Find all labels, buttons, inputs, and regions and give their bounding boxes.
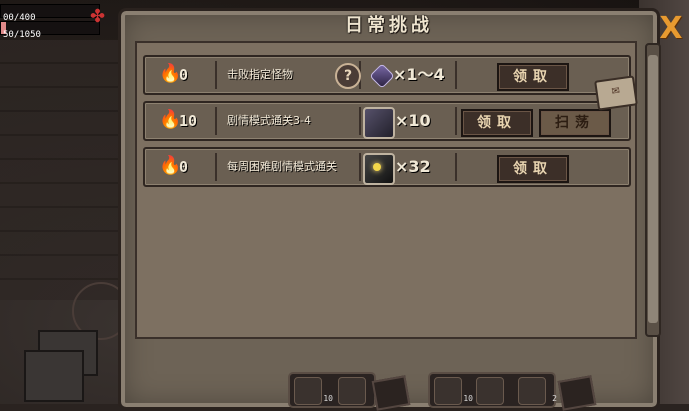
close-button[interactable]: X (655, 13, 687, 45)
panel-title: 日常挑战 (345, 15, 433, 36)
box-icon[interactable] (363, 153, 395, 185)
slot-count: 10 (463, 394, 473, 403)
quick-bar-right: 10 2 (428, 372, 557, 408)
divider (215, 107, 217, 135)
scrollbar[interactable] (645, 43, 661, 337)
slot-count: 2 (552, 394, 557, 403)
task-list: 🔥 0 击败指定怪物 ? ×1～4 领取 🔥 10 剧情模式通关3-4 ×10 … (135, 41, 637, 339)
hp-bar: 00/400 (0, 4, 100, 23)
scrollbar-thumb[interactable] (648, 55, 658, 323)
divider (215, 153, 217, 181)
quick-bar-left: 10 (288, 372, 376, 408)
task-count: 0 (179, 158, 189, 176)
panel-header: 日常挑战 (121, 11, 657, 41)
book-icon[interactable] (363, 107, 395, 139)
stone-wall (0, 40, 120, 300)
daily-challenge-panel: 日常挑战 X 🔥 0 击败指定怪物 ? ×1～4 领取 🔥 10 剧情模式通关3… (118, 8, 683, 410)
divider (455, 61, 457, 89)
weapon-slot[interactable]: 2 (518, 377, 557, 405)
divider (455, 153, 457, 181)
task-description: 击败指定怪物 (227, 68, 293, 81)
crate (24, 350, 84, 402)
task-row: 🔥 0 每周困难剧情模式通关 ×32 领取 (143, 147, 631, 187)
claim-button[interactable]: 领取 (497, 155, 569, 183)
weapon-slot[interactable] (338, 377, 366, 405)
task-row: 🔥 10 剧情模式通关3-4 ×10 领取 扫荡 (143, 101, 631, 141)
mp-text: 50/1050 (3, 30, 41, 40)
slot-count: 10 (323, 394, 333, 403)
reward-quantity: ×10 (395, 111, 431, 130)
divider (455, 107, 457, 135)
claim-button[interactable]: 领取 (461, 109, 533, 137)
question-icon[interactable]: ? (335, 63, 361, 89)
gem-slot[interactable] (476, 377, 504, 405)
flame-icon: 🔥 (159, 155, 182, 176)
scroll-flag-icon[interactable]: ✉ (594, 75, 638, 111)
task-description: 每周困难剧情模式通关 (227, 160, 337, 173)
reward-quantity: ×1～4 (393, 65, 445, 84)
divider (359, 153, 361, 181)
book-slot-icon[interactable] (371, 375, 411, 411)
demon-emblem-icon: ✤ (90, 6, 106, 27)
close-icon: X (659, 11, 683, 46)
divider (359, 107, 361, 135)
sweep-button[interactable]: 扫荡 (539, 109, 611, 137)
potion-slot[interactable]: 10 (294, 377, 333, 405)
book-slot-icon[interactable] (557, 375, 597, 411)
task-count: 0 (179, 66, 189, 84)
player-hud: 00/400 50/1050 ✤ (0, 4, 105, 40)
flame-icon: 🔥 (159, 109, 182, 130)
potion-slot[interactable]: 10 (434, 377, 473, 405)
divider (215, 61, 217, 89)
claim-button[interactable]: 领取 (497, 63, 569, 91)
crystal-icon[interactable] (369, 63, 395, 89)
task-description: 剧情模式通关3-4 (227, 114, 311, 127)
mp-bar: 50/1050 (0, 21, 100, 40)
reward-quantity: ×32 (395, 157, 431, 176)
task-row: 🔥 0 击败指定怪物 ? ×1～4 领取 (143, 55, 631, 95)
task-count: 10 (179, 112, 198, 130)
flame-icon: 🔥 (159, 63, 182, 84)
